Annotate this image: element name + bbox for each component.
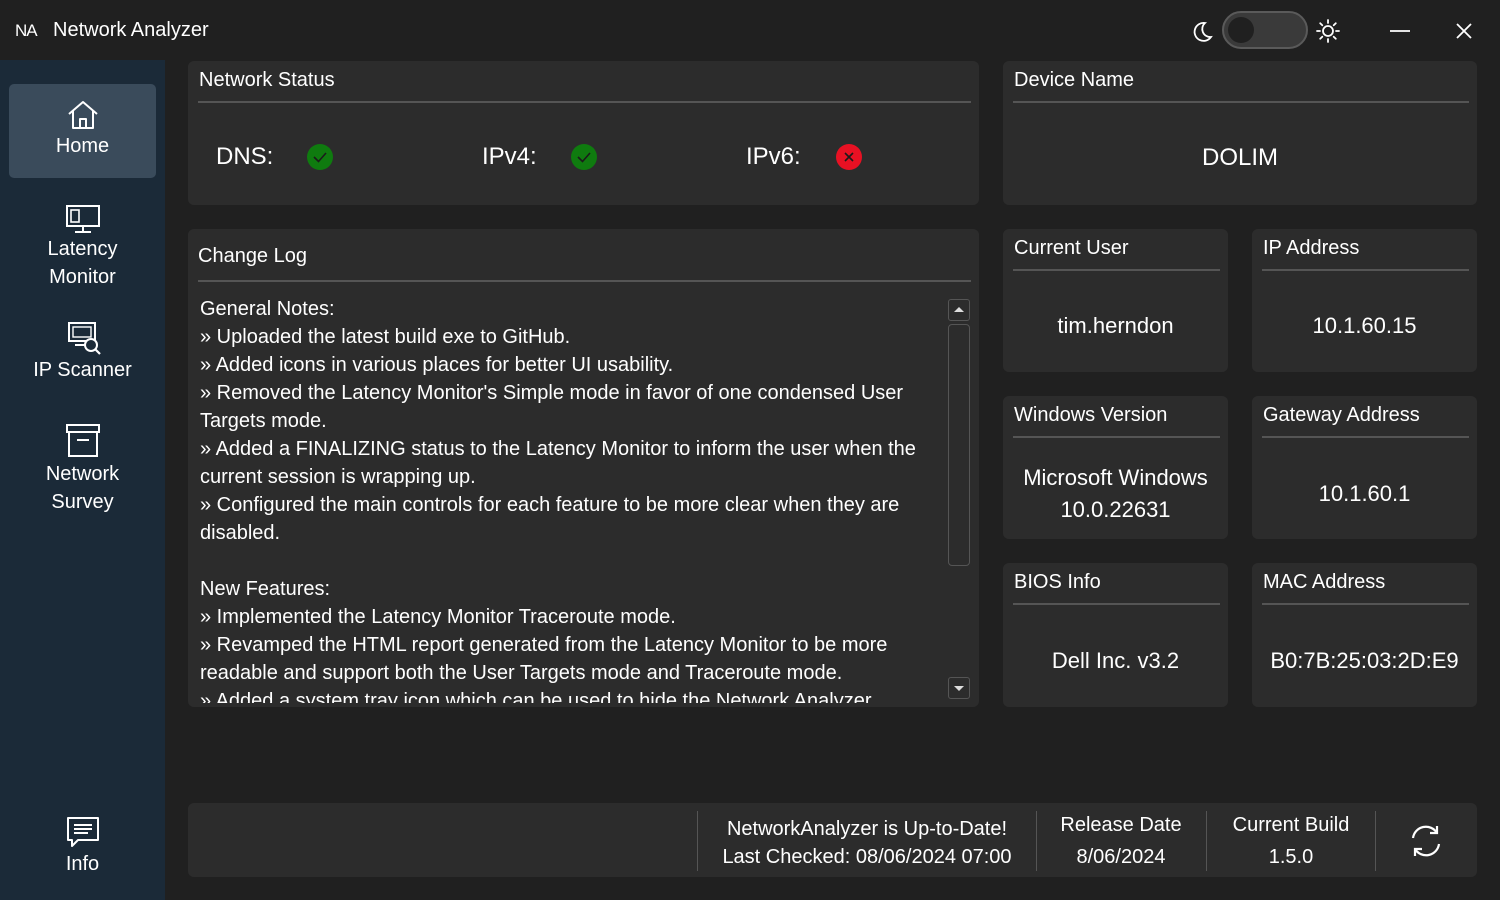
log-line: » Added a system tray icon which can be … bbox=[200, 690, 872, 703]
dns-label: DNS: bbox=[216, 143, 274, 170]
mac-address-panel: MAC Address B0:7B:25:03:2D:E9 bbox=[1252, 563, 1477, 707]
sidebar-item-info[interactable]: Info bbox=[9, 814, 156, 880]
theme-toggle[interactable] bbox=[1222, 11, 1308, 49]
panel-title: Device Name bbox=[1014, 69, 1135, 91]
release-date-block: Release Date 8/06/2024 bbox=[1046, 811, 1196, 871]
windows-version-line2: 10.0.22631 bbox=[1060, 497, 1171, 522]
panel-title: Current User bbox=[1014, 237, 1129, 259]
last-checked: Last Checked: 08/06/2024 07:00 bbox=[722, 846, 1012, 868]
windows-version-line1: Microsoft Windows bbox=[1023, 465, 1208, 490]
ipv6-label: IPv6: bbox=[746, 143, 801, 170]
sidebar: Home Latency Monitor IP Scanner Network … bbox=[0, 60, 165, 900]
divider bbox=[1262, 269, 1469, 271]
minimize-button[interactable] bbox=[1380, 14, 1420, 48]
sidebar-item-label: Monitor bbox=[49, 266, 116, 288]
divider bbox=[697, 811, 698, 871]
moon-icon bbox=[1193, 22, 1213, 42]
app-title: Network Analyzer bbox=[53, 19, 209, 41]
sidebar-item-latency-monitor[interactable]: Latency Monitor bbox=[9, 203, 156, 293]
log-line: » Revamped the HTML report generated fro… bbox=[200, 634, 888, 684]
log-line: » Removed the Latency Monitor's Simple m… bbox=[200, 382, 904, 432]
release-date-value: 8/06/2024 bbox=[1076, 846, 1166, 868]
check-icon bbox=[307, 144, 333, 170]
log-line: » Added icons in various places for bett… bbox=[200, 354, 674, 376]
panel-title: IP Address bbox=[1263, 237, 1360, 259]
log-line: General Notes: bbox=[200, 298, 335, 320]
log-line: » Implemented the Latency Monitor Tracer… bbox=[200, 606, 676, 628]
ip-address-panel: IP Address 10.1.60.15 bbox=[1252, 229, 1477, 372]
panel-title: Gateway Address bbox=[1263, 404, 1420, 426]
divider bbox=[198, 101, 971, 103]
ipv4-label: IPv4: bbox=[482, 143, 537, 170]
divider bbox=[1013, 436, 1220, 438]
network-status-panel: Network Status DNS: IPv4: IPv6: bbox=[188, 61, 979, 205]
current-build-block: Current Build 1.5.0 bbox=[1216, 811, 1366, 871]
sidebar-item-label: Home bbox=[55, 135, 110, 157]
windows-version-panel: Windows Version Microsoft Windows 10.0.2… bbox=[1003, 396, 1228, 539]
update-status-text: NetworkAnalyzer is Up-to-Date! Last Chec… bbox=[708, 815, 1026, 871]
panel-title: Change Log bbox=[198, 245, 307, 267]
gateway-address-panel: Gateway Address 10.1.60.1 bbox=[1252, 396, 1477, 539]
scroll-down-button[interactable] bbox=[948, 677, 970, 699]
sidebar-item-label: IP Scanner bbox=[33, 359, 132, 381]
current-build-label: Current Build bbox=[1232, 814, 1350, 836]
bios-info-value: Dell Inc. v3.2 bbox=[1051, 648, 1180, 673]
ip-scanner-icon bbox=[67, 322, 101, 355]
update-status: NetworkAnalyzer is Up-to-Date! bbox=[726, 818, 1008, 840]
change-log-panel: Change Log General Notes: » Uploaded the… bbox=[188, 229, 979, 707]
close-button[interactable] bbox=[1444, 14, 1484, 48]
mac-address-value: B0:7B:25:03:2D:E9 bbox=[1270, 648, 1459, 673]
sidebar-item-label: Network bbox=[45, 463, 120, 485]
panel-title: BIOS Info bbox=[1014, 571, 1101, 593]
divider bbox=[1262, 436, 1469, 438]
divider bbox=[1013, 101, 1469, 103]
sidebar-item-home[interactable]: Home bbox=[9, 84, 156, 178]
panel-title: Network Status bbox=[199, 69, 335, 91]
monitor-icon bbox=[65, 205, 100, 233]
scroll-up-button[interactable] bbox=[948, 299, 970, 321]
divider bbox=[1262, 603, 1469, 605]
device-name-value: DOLIM bbox=[1201, 144, 1278, 171]
info-icon bbox=[66, 817, 99, 847]
gateway-address-value: 10.1.60.1 bbox=[1318, 481, 1411, 506]
sidebar-item-network-survey[interactable]: Network Survey bbox=[9, 422, 156, 516]
check-icon bbox=[571, 144, 597, 170]
survey-icon bbox=[65, 424, 100, 457]
sidebar-item-ip-scanner[interactable]: IP Scanner bbox=[9, 320, 156, 390]
log-line: New Features: bbox=[200, 578, 331, 600]
release-date-label: Release Date bbox=[1060, 814, 1182, 836]
log-line: » Configured the main controls for each … bbox=[200, 494, 900, 544]
change-log-text[interactable]: General Notes: » Uploaded the latest bui… bbox=[200, 295, 940, 703]
sun-icon bbox=[1316, 19, 1340, 43]
error-icon bbox=[836, 144, 862, 170]
panel-title: Windows Version bbox=[1014, 404, 1168, 426]
log-line: » Uploaded the latest build exe to GitHu… bbox=[200, 326, 571, 348]
current-build-value: 1.5.0 bbox=[1268, 846, 1314, 868]
title-bar: NA Network Analyzer bbox=[0, 0, 1500, 60]
log-line: » Added a FINALIZING status to the Laten… bbox=[200, 438, 916, 488]
divider bbox=[1036, 811, 1037, 871]
panel-title: MAC Address bbox=[1263, 571, 1386, 593]
sidebar-item-label: Info bbox=[65, 853, 100, 875]
sidebar-item-label: Survey bbox=[51, 491, 114, 513]
divider bbox=[1013, 269, 1220, 271]
divider bbox=[1375, 811, 1376, 871]
theme-toggle-knob bbox=[1228, 17, 1254, 43]
log-spacer bbox=[200, 547, 940, 575]
current-user-panel: Current User tim.herndon bbox=[1003, 229, 1228, 372]
update-status-bar: NetworkAnalyzer is Up-to-Date! Last Chec… bbox=[188, 803, 1477, 877]
device-name-panel: Device Name DOLIM bbox=[1003, 61, 1477, 205]
sidebar-item-label: Latency bbox=[47, 238, 118, 260]
ip-address-value: 10.1.60.15 bbox=[1312, 313, 1417, 338]
bios-info-panel: BIOS Info Dell Inc. v3.2 bbox=[1003, 563, 1228, 707]
scrollbar-thumb[interactable] bbox=[948, 324, 970, 566]
home-icon bbox=[67, 101, 98, 129]
refresh-button[interactable] bbox=[1406, 821, 1446, 861]
divider bbox=[1206, 811, 1207, 871]
current-user-value: tim.herndon bbox=[1057, 313, 1174, 338]
divider bbox=[198, 280, 971, 282]
divider bbox=[1013, 603, 1220, 605]
app-logo: NA bbox=[15, 21, 38, 40]
